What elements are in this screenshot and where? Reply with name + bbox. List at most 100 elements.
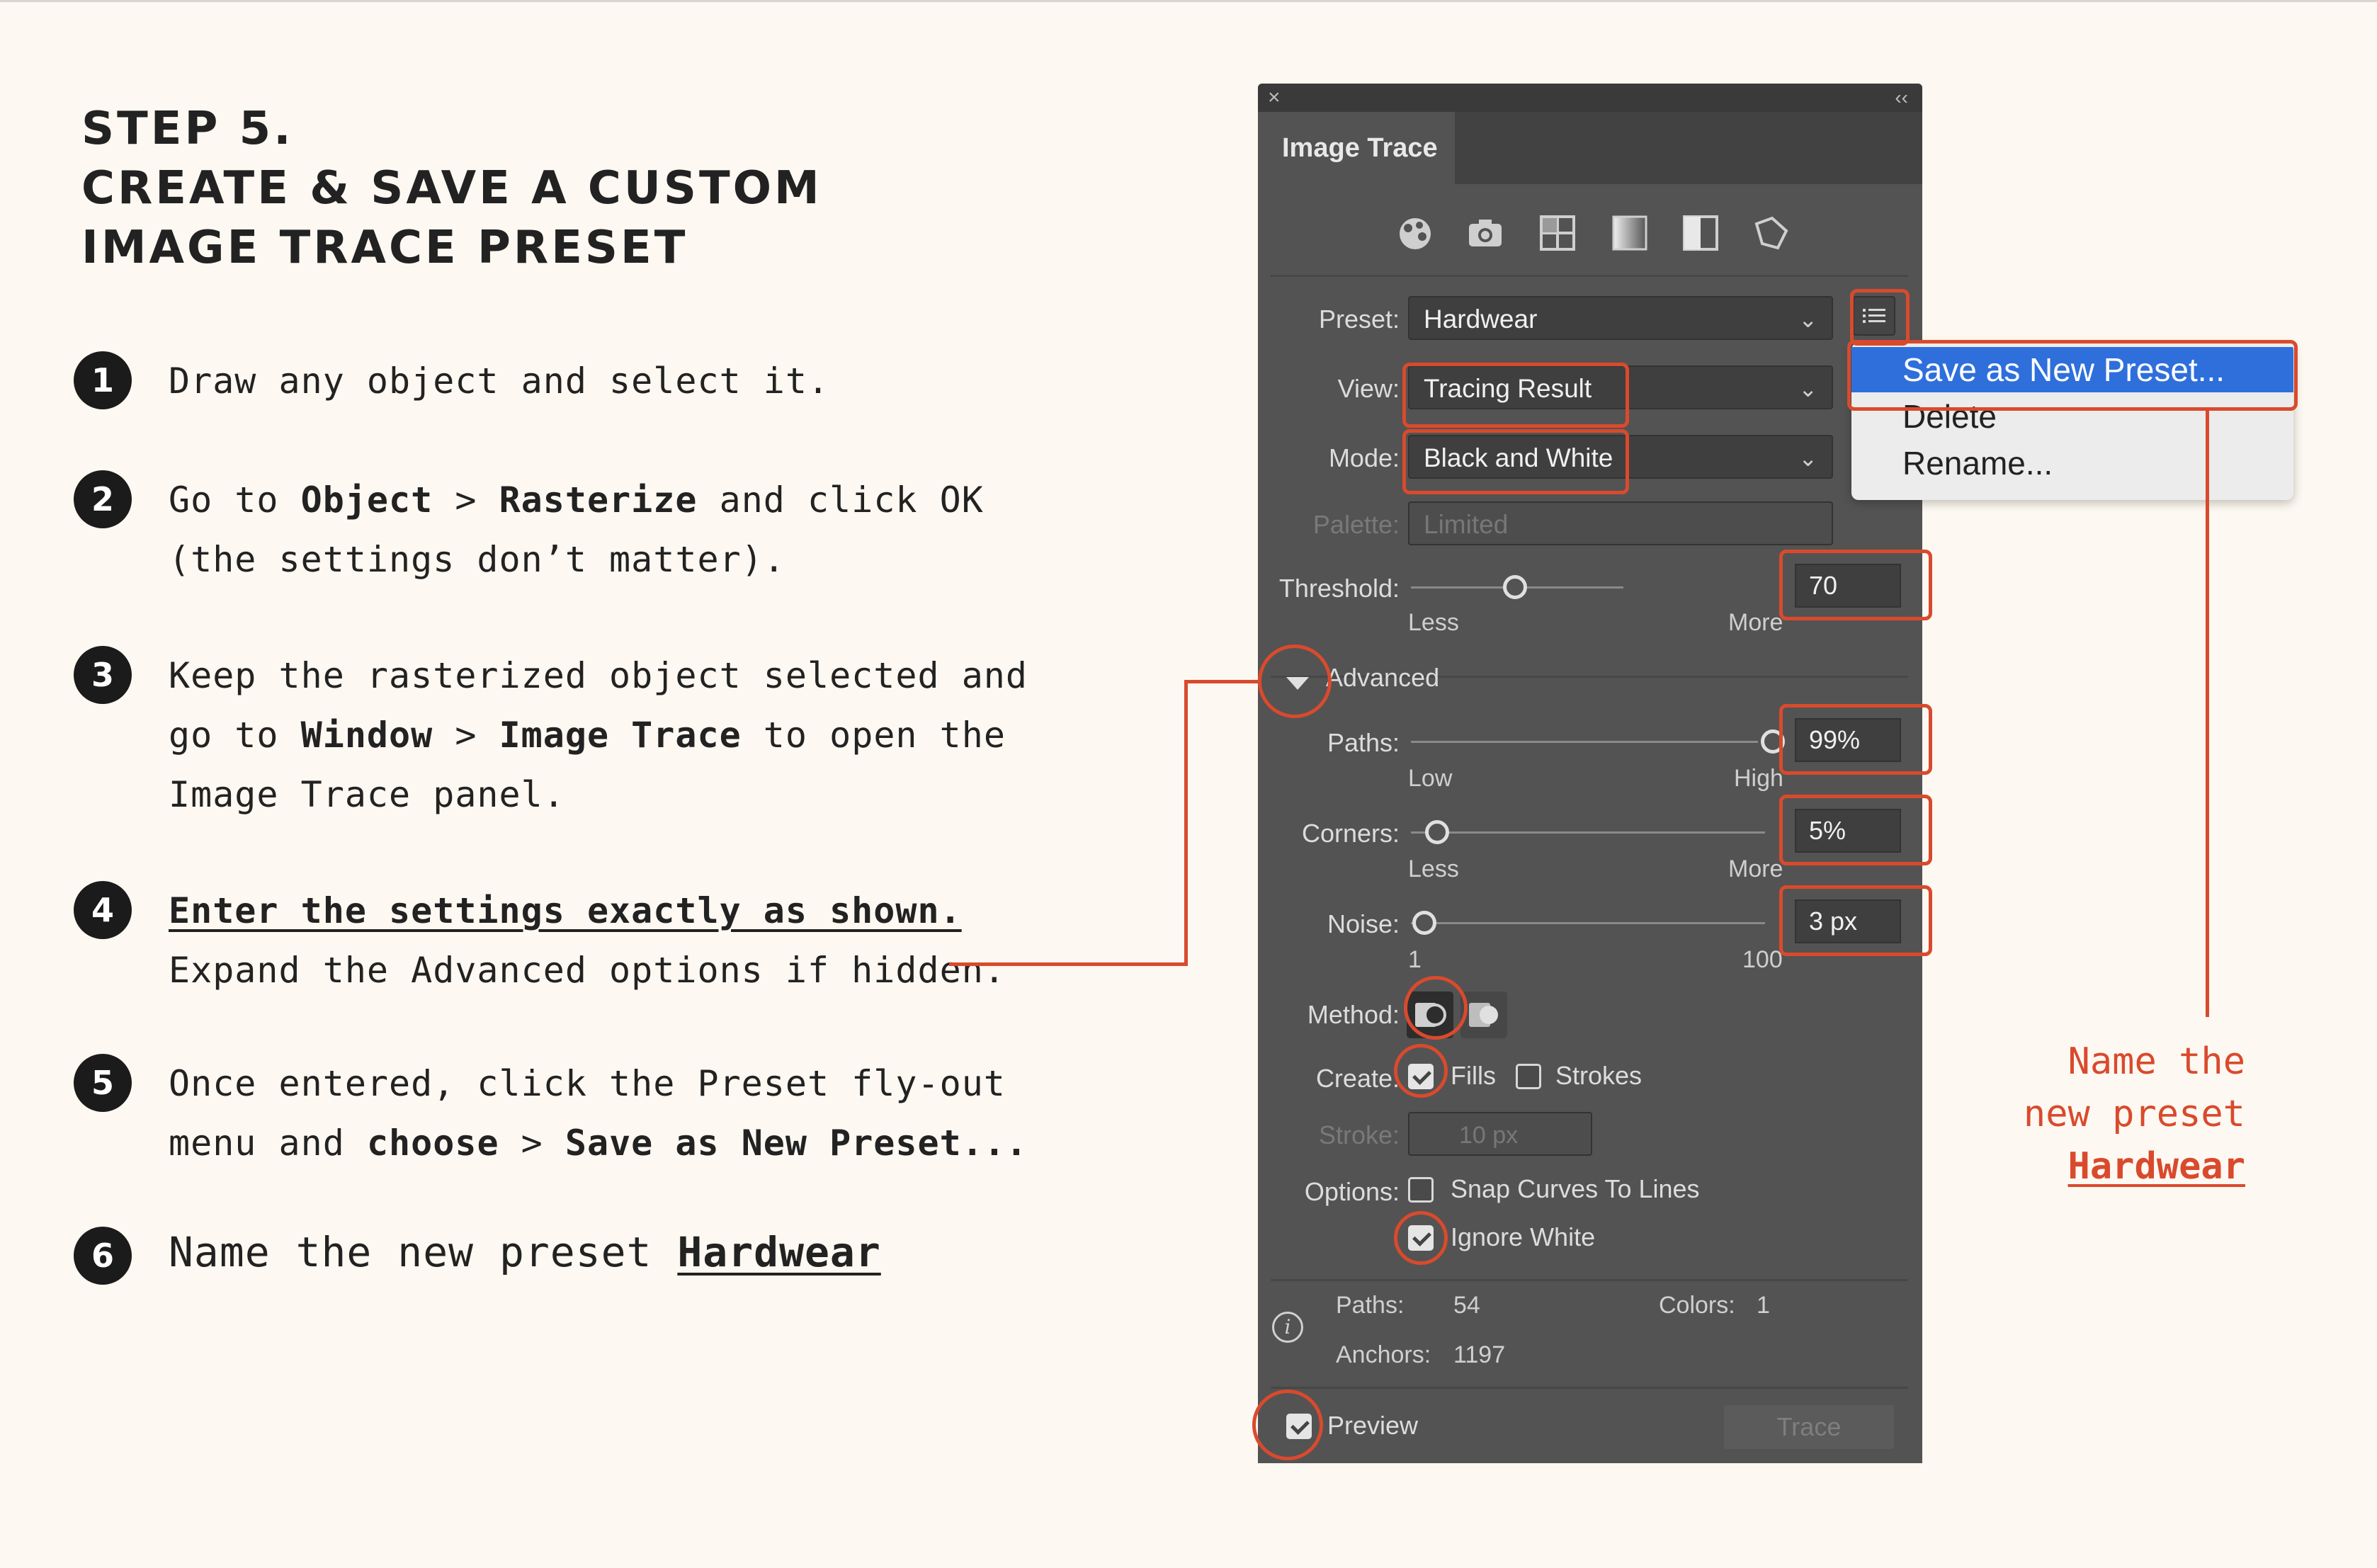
divider: [1271, 275, 1908, 277]
palette-label: Palette:: [1312, 510, 1400, 539]
snap-curves-label: Snap Curves To Lines: [1451, 1174, 1700, 1203]
noise-slider-knob[interactable]: [1412, 911, 1436, 935]
create-label: Create:: [1315, 1064, 1400, 1093]
black-white-icon[interactable]: [1679, 211, 1723, 255]
threshold-label: Threshold:: [1278, 574, 1400, 603]
view-label: View:: [1337, 374, 1400, 403]
corners-slider-knob[interactable]: [1425, 820, 1449, 844]
noise-label: Noise:: [1327, 909, 1400, 938]
connector-line: [1184, 680, 1188, 966]
divider: [1271, 1279, 1908, 1281]
mode-label: Mode:: [1328, 443, 1400, 472]
auto-color-icon[interactable]: [1392, 211, 1436, 255]
noise-slider-track[interactable]: [1411, 922, 1765, 924]
callout-name-preset: Name the new preset Hardwear: [2023, 1040, 2245, 1188]
step-text: Go to Object > Rasterize and click OK (t…: [169, 479, 984, 580]
highlight-save-preset: [1847, 340, 2298, 411]
chevron-down-icon: ⌄: [1798, 307, 1817, 332]
threshold-max-label: More: [1728, 609, 1783, 636]
highlight-ignore-white: [1394, 1211, 1448, 1265]
info-colors-value: 1: [1757, 1292, 1770, 1319]
preview-label: Preview: [1327, 1411, 1419, 1440]
options-label: Options:: [1304, 1177, 1400, 1206]
highlight-noise: [1779, 885, 1932, 956]
info-icon: i: [1272, 1312, 1303, 1343]
low-color-icon[interactable]: [1536, 211, 1579, 255]
top-divider: [0, 0, 2377, 2]
step-text: Enter the settings exactly as shown. Exp…: [169, 890, 1006, 991]
noise-max-label: 100: [1742, 946, 1783, 973]
highlight-flyout-button: [1850, 289, 1910, 346]
chevron-down-icon: ⌄: [1798, 445, 1817, 471]
title-line-1: STEP 5.: [81, 103, 294, 155]
preset-icons-row: [1258, 205, 1922, 262]
highlight-fills: [1394, 1044, 1448, 1098]
corners-min-label: Less: [1408, 856, 1459, 882]
method-overlapping-button[interactable]: [1460, 992, 1507, 1038]
info-paths-value: 54: [1453, 1292, 1480, 1319]
connector-line: [949, 962, 1187, 966]
stroke-input: 10 px: [1408, 1112, 1592, 1156]
step-number: 2: [74, 470, 132, 528]
corners-label: Corners:: [1301, 819, 1400, 848]
panel-titlebar: × ‹‹: [1258, 84, 1922, 112]
tab-image-trace[interactable]: Image Trace: [1258, 112, 1455, 184]
overlapping-icon: [1469, 1003, 1498, 1027]
high-color-icon[interactable]: [1463, 211, 1507, 255]
highlight-view: [1402, 363, 1629, 428]
chevron-down-icon: ⌄: [1798, 376, 1817, 402]
grayscale-icon[interactable]: [1608, 211, 1652, 255]
paths-label: Paths:: [1327, 728, 1400, 757]
strokes-label: Strokes: [1555, 1061, 1643, 1090]
info-colors-label: Colors:: [1659, 1292, 1735, 1319]
title-line-2: CREATE & SAVE A CUSTOM: [81, 162, 822, 215]
threshold-slider-knob[interactable]: [1503, 575, 1527, 599]
page-title: STEP 5. CREATE & SAVE A CUSTOM IMAGE TRA…: [81, 99, 822, 278]
paths-slider-track[interactable]: [1411, 741, 1758, 743]
step-number: 4: [74, 881, 132, 939]
connector-line: [1184, 680, 1261, 683]
paths-max-label: High: [1734, 765, 1783, 792]
preset-dropdown[interactable]: Hardwear ⌄: [1408, 296, 1833, 340]
highlight-threshold: [1779, 550, 1932, 620]
strokes-checkbox[interactable]: [1516, 1064, 1541, 1089]
highlight-corners: [1779, 795, 1932, 865]
title-line-3: IMAGE TRACE PRESET: [81, 222, 688, 274]
preset-label: Preset:: [1318, 305, 1400, 334]
snap-curves-checkbox[interactable]: [1408, 1177, 1434, 1203]
callout-line: [2206, 409, 2209, 1017]
step-text: Name the new preset Hardwear: [169, 1228, 881, 1276]
noise-min-label: 1: [1408, 946, 1422, 973]
highlight-paths: [1779, 704, 1932, 775]
step-text: Draw any object and select it.: [169, 360, 830, 402]
step-number: 5: [74, 1054, 132, 1112]
ignore-white-label: Ignore White: [1451, 1222, 1596, 1251]
collapse-icon[interactable]: ‹‹: [1895, 84, 1908, 112]
highlight-preview: [1252, 1390, 1323, 1460]
step-number: 3: [74, 646, 132, 704]
highlight-mode: [1402, 429, 1629, 494]
close-icon[interactable]: ×: [1268, 84, 1281, 112]
highlight-advanced: [1258, 644, 1332, 718]
info-paths-label: Paths:: [1336, 1292, 1405, 1319]
step-number: 1: [74, 351, 132, 409]
highlight-method: [1404, 976, 1468, 1040]
panel-tabstrip: Image Trace: [1258, 112, 1922, 184]
step-number: 6: [74, 1227, 132, 1285]
outline-icon[interactable]: [1749, 211, 1793, 255]
divider: [1271, 1387, 1908, 1389]
advanced-label[interactable]: Advanced: [1326, 663, 1439, 693]
palette-dropdown: Limited: [1408, 501, 1833, 545]
fills-label: Fills: [1451, 1061, 1496, 1090]
corners-slider-track[interactable]: [1411, 831, 1765, 834]
info-anchors-label: Anchors:: [1336, 1341, 1431, 1368]
step-text: Once entered, click the Preset fly-out m…: [169, 1063, 1028, 1164]
stroke-label: Stroke:: [1318, 1120, 1400, 1149]
corners-max-label: More: [1728, 856, 1783, 882]
info-anchors-value: 1197: [1453, 1341, 1506, 1368]
threshold-min-label: Less: [1408, 609, 1459, 636]
trace-button: Trace: [1724, 1405, 1894, 1449]
menu-item-rename[interactable]: Rename...: [1851, 441, 2293, 486]
method-label: Method:: [1307, 1000, 1400, 1029]
paths-min-label: Low: [1408, 765, 1453, 792]
